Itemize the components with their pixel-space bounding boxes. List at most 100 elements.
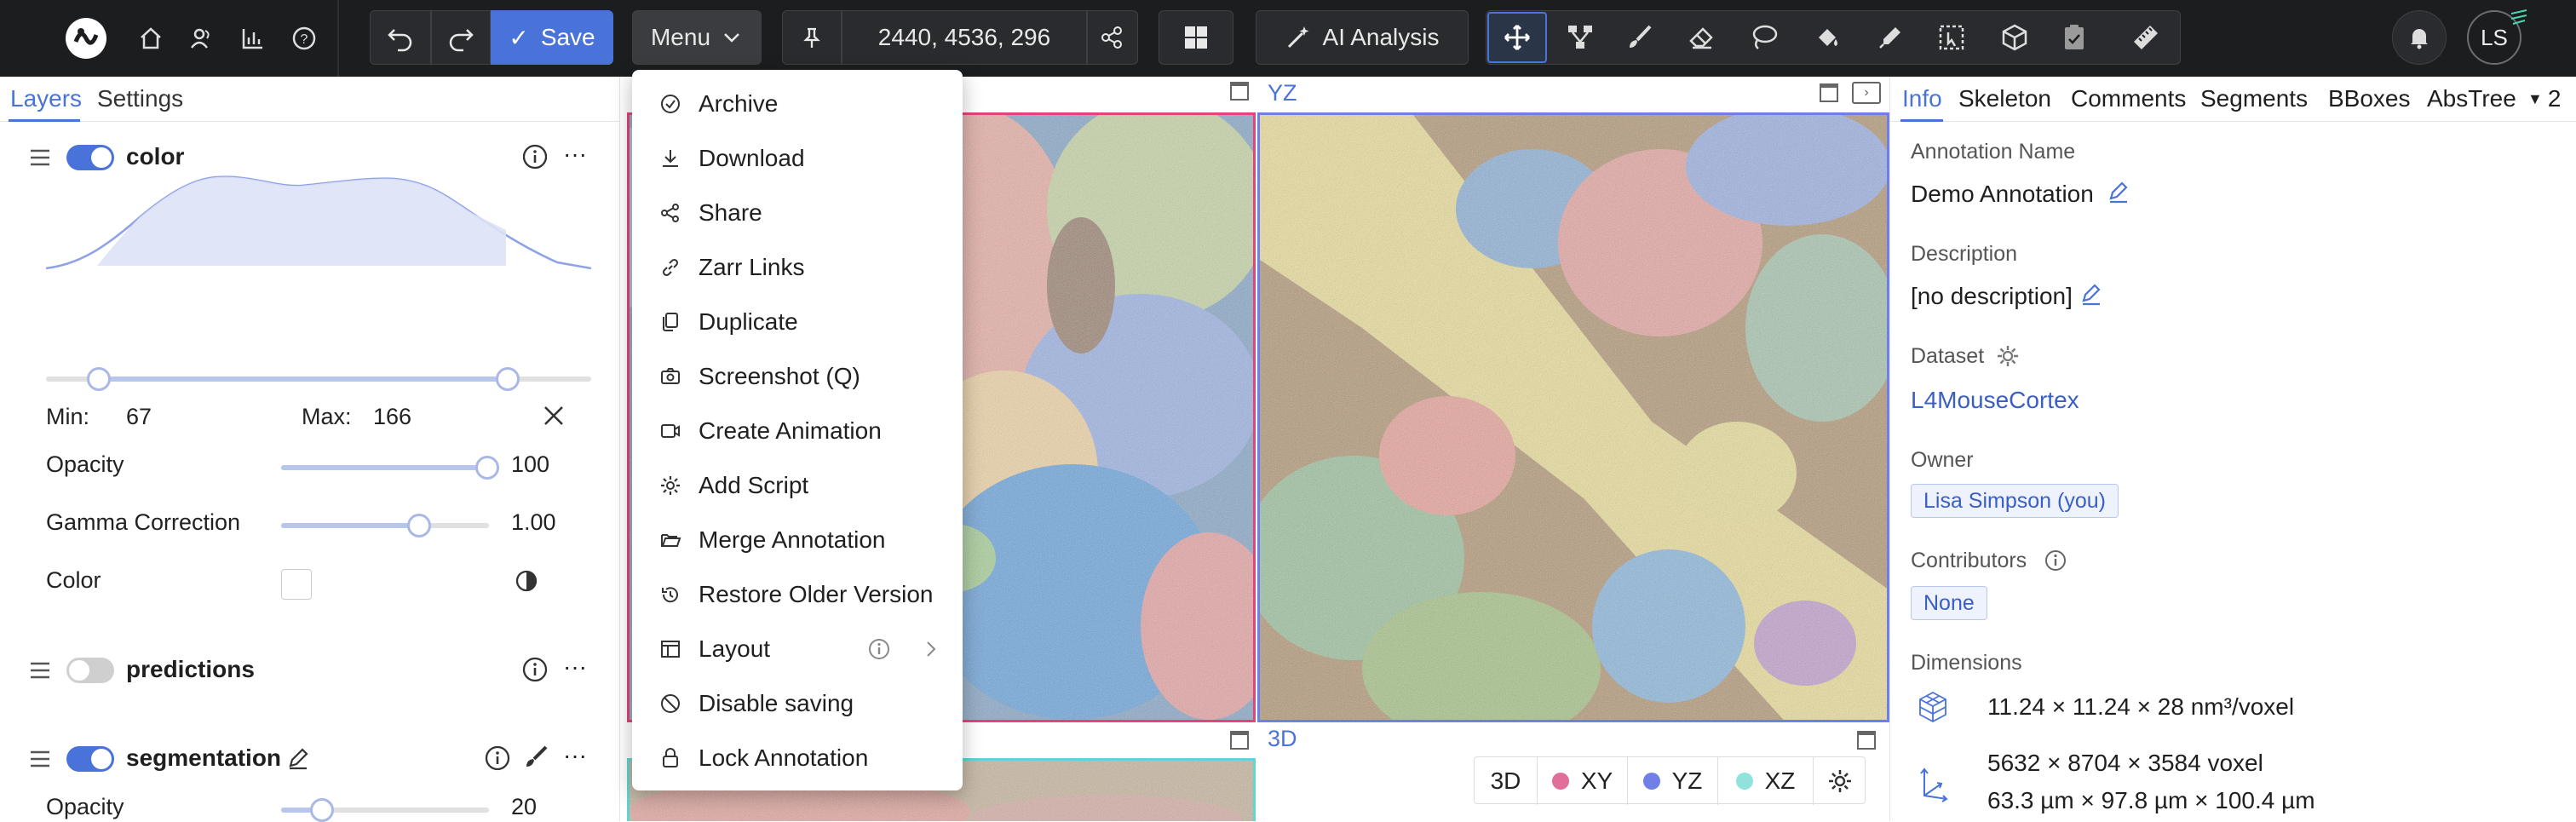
redo-button[interactable] bbox=[431, 10, 491, 65]
info-icon[interactable] bbox=[867, 637, 891, 661]
menu-item-share[interactable]: Share bbox=[632, 186, 963, 240]
histogram-range-slider[interactable] bbox=[46, 367, 591, 391]
menu-item-label: Lock Annotation bbox=[699, 744, 869, 771]
eraser-tool[interactable] bbox=[1671, 12, 1731, 63]
seg-opacity-value[interactable]: 20 bbox=[511, 794, 537, 820]
maximize-viewport-icon[interactable] bbox=[1230, 82, 1249, 101]
picker-tool[interactable] bbox=[1860, 12, 1920, 63]
menu-item-archive[interactable]: Archive bbox=[632, 77, 963, 131]
gamma-slider[interactable] bbox=[281, 514, 489, 537]
invert-color-icon[interactable] bbox=[515, 569, 538, 593]
skeleton-tool[interactable] bbox=[1550, 12, 1610, 63]
3d-viewport[interactable]: 3D XY YZ XZ bbox=[1257, 756, 1889, 821]
dataset-settings-icon[interactable] bbox=[1996, 344, 2020, 368]
lasso-tool[interactable] bbox=[1734, 12, 1794, 63]
segmentation-layer-toggle[interactable] bbox=[66, 746, 114, 772]
max-value[interactable]: 166 bbox=[373, 404, 411, 430]
tab-segments[interactable]: Segments bbox=[2200, 85, 2308, 112]
cube-tool[interactable] bbox=[1985, 12, 2044, 63]
layout-button[interactable] bbox=[1159, 10, 1233, 65]
drag-handle-icon[interactable] bbox=[29, 750, 51, 768]
min-thumb[interactable] bbox=[87, 367, 111, 391]
close-icon[interactable] bbox=[542, 404, 566, 428]
tab-abstree[interactable]: AbsTree bbox=[2427, 85, 2522, 112]
menu-item-add-script[interactable]: Add Script bbox=[632, 458, 963, 513]
save-button[interactable]: ✓ Save bbox=[491, 10, 613, 65]
tab-info[interactable]: Info bbox=[1902, 85, 1942, 112]
position-input[interactable]: 2440, 4536, 296 bbox=[842, 10, 1087, 65]
menu-item-disable-saving[interactable]: Disable saving bbox=[632, 676, 963, 731]
predictions-layer-toggle[interactable] bbox=[66, 658, 114, 683]
more-options-icon[interactable]: ··· bbox=[562, 655, 588, 683]
menu-label: Menu bbox=[650, 24, 711, 50]
seg-opacity-slider[interactable] bbox=[281, 798, 489, 822]
edit-description-icon[interactable] bbox=[2079, 283, 2103, 307]
drag-handle-icon[interactable] bbox=[29, 148, 51, 167]
duplicate-icon bbox=[658, 309, 683, 335]
view-yz-button[interactable]: YZ bbox=[1628, 757, 1718, 805]
menu-item-layout[interactable]: Layout bbox=[632, 622, 963, 676]
more-options-icon[interactable]: ··· bbox=[562, 142, 588, 170]
tab-bboxes[interactable]: BBoxes bbox=[2328, 85, 2411, 112]
ruler-tool[interactable] bbox=[2116, 12, 2176, 63]
more-options-icon[interactable]: ··· bbox=[562, 744, 588, 772]
view-3d-button[interactable]: 3D bbox=[1475, 757, 1538, 805]
yz-viewport[interactable] bbox=[1257, 112, 1889, 722]
tabs-overflow-button[interactable]: ▼ 2 bbox=[2527, 85, 2561, 112]
users-icon[interactable] bbox=[182, 19, 221, 58]
proofread-tool[interactable] bbox=[2044, 12, 2104, 63]
menu-item-download[interactable]: Download bbox=[632, 131, 963, 186]
bbox-tool[interactable] bbox=[1922, 12, 1981, 63]
min-value[interactable]: 67 bbox=[126, 404, 152, 430]
menu-item-create-animation[interactable]: Create Animation bbox=[632, 404, 963, 458]
fill-tool[interactable] bbox=[1797, 12, 1857, 63]
info-icon[interactable] bbox=[2044, 549, 2067, 572]
undo-button[interactable] bbox=[370, 10, 431, 65]
menu-item-screenshot[interactable]: Screenshot (Q) bbox=[632, 349, 963, 404]
maximize-viewport-icon[interactable] bbox=[1820, 83, 1838, 102]
menu-item-zarr-links[interactable]: Zarr Links bbox=[632, 240, 963, 295]
help-icon[interactable]: ? bbox=[285, 19, 324, 58]
notifications-button[interactable] bbox=[2392, 10, 2447, 65]
view-xz-button[interactable]: XZ bbox=[1718, 757, 1814, 805]
home-icon[interactable] bbox=[131, 19, 170, 58]
dataset-link[interactable]: L4MouseCortex bbox=[1911, 387, 2079, 414]
menu-button[interactable]: Menu bbox=[632, 10, 762, 65]
menu-item-restore-version[interactable]: Restore Older Version bbox=[632, 567, 963, 622]
opacity-value[interactable]: 100 bbox=[511, 451, 549, 478]
menu-item-lock-annotation[interactable]: Lock Annotation bbox=[632, 731, 963, 785]
toggle-sidebar-icon[interactable]: › bbox=[1852, 82, 1881, 104]
menu-item-label: Screenshot (Q) bbox=[699, 363, 860, 389]
view-xy-button[interactable]: XY bbox=[1538, 757, 1628, 805]
maximize-viewport-icon[interactable] bbox=[1857, 731, 1876, 750]
menu-item-merge-annotation[interactable]: Merge Annotation bbox=[632, 513, 963, 567]
pin-position-button[interactable] bbox=[782, 10, 842, 65]
opacity-slider[interactable] bbox=[281, 456, 499, 480]
tab-layers[interactable]: Layers bbox=[10, 85, 82, 112]
brush-tool[interactable] bbox=[1610, 12, 1670, 63]
info-icon[interactable] bbox=[521, 143, 549, 170]
3d-settings-button[interactable] bbox=[1814, 757, 1866, 805]
gamma-value[interactable]: 1.00 bbox=[511, 509, 556, 536]
share-position-button[interactable] bbox=[1087, 10, 1138, 65]
tab-settings[interactable]: Settings bbox=[97, 85, 183, 112]
tab-skeleton[interactable]: Skeleton bbox=[1958, 85, 2051, 112]
brush-icon[interactable] bbox=[523, 744, 549, 770]
edit-name-icon[interactable] bbox=[2107, 181, 2130, 204]
color-swatch[interactable] bbox=[281, 569, 312, 600]
menu-item-duplicate[interactable]: Duplicate bbox=[632, 295, 963, 349]
ai-analysis-button[interactable]: AI Analysis bbox=[1256, 10, 1469, 65]
color-label: Color bbox=[46, 567, 101, 593]
info-icon[interactable] bbox=[484, 744, 511, 772]
edit-icon[interactable] bbox=[286, 746, 310, 770]
tab-comments[interactable]: Comments bbox=[2071, 85, 2186, 112]
voxel-size: 11.24 × 11.24 × 28 nm³/voxel bbox=[1987, 693, 2295, 720]
drag-handle-icon[interactable] bbox=[29, 661, 51, 680]
logo-icon[interactable] bbox=[63, 15, 109, 61]
move-tool[interactable] bbox=[1487, 12, 1547, 63]
maximize-viewport-icon[interactable] bbox=[1230, 731, 1249, 750]
max-thumb[interactable] bbox=[496, 367, 520, 391]
info-icon[interactable] bbox=[521, 656, 549, 683]
stats-icon[interactable] bbox=[233, 19, 273, 58]
color-layer-toggle[interactable] bbox=[66, 145, 114, 170]
